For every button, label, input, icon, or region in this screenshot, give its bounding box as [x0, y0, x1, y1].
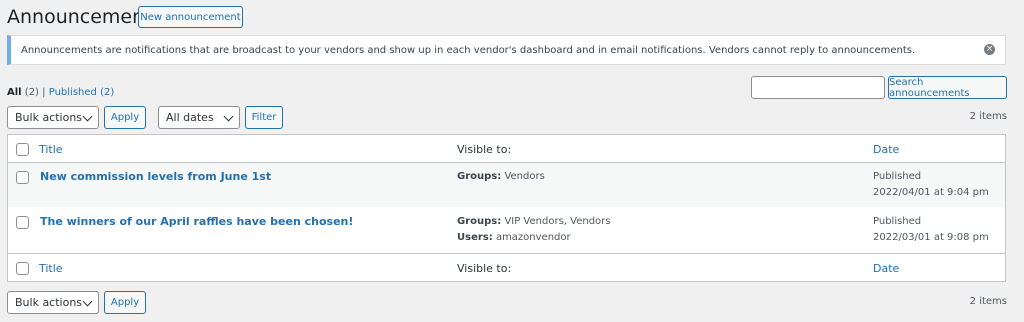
filter-button[interactable]: Filter: [245, 106, 283, 129]
status-views: All (2) | Published (2): [7, 87, 114, 98]
view-separator: |: [42, 87, 46, 98]
apply-button-bottom[interactable]: Apply: [104, 291, 146, 314]
table-row: The winners of our April raffles have be…: [8, 207, 1005, 253]
search-announcements-button[interactable]: Search announcements: [888, 76, 1007, 99]
visible-groups: Groups: Vendors: [457, 171, 545, 182]
column-visible-footer: Visible to:: [457, 262, 512, 275]
dates-value: All dates: [166, 111, 214, 124]
row-date: 2022/04/01 at 9:04 pm: [873, 187, 989, 198]
new-announcement-button[interactable]: New announcement: [138, 6, 243, 28]
row-date: 2022/03/01 at 9:08 pm: [873, 232, 989, 243]
dismiss-icon[interactable]: ×: [984, 44, 995, 55]
view-all-count: (2): [24, 87, 39, 98]
announcements-table: Title Visible to: Date New commission le…: [7, 134, 1006, 282]
info-notice: Announcements are notifications that are…: [7, 35, 1006, 65]
chevron-down-icon: [82, 111, 93, 122]
announcement-title-link[interactable]: New commission levels from June 1st: [40, 170, 271, 183]
items-count-bottom: 2 items: [969, 296, 1007, 307]
row-checkbox[interactable]: [16, 171, 29, 184]
view-all[interactable]: All: [7, 87, 22, 98]
bulk-actions-value: Bulk actions: [15, 111, 83, 124]
row-checkbox[interactable]: [16, 216, 29, 229]
items-count: 2 items: [969, 111, 1007, 122]
bulk-actions-select-bottom[interactable]: Bulk actions: [7, 291, 99, 314]
bulk-actions-value: Bulk actions: [15, 296, 83, 309]
notice-text: Announcements are notifications that are…: [21, 44, 916, 56]
row-status: Published: [873, 216, 922, 227]
view-published[interactable]: Published (2): [49, 87, 115, 98]
column-date-footer[interactable]: Date: [873, 262, 899, 275]
table-row: New commission levels from June 1st Grou…: [8, 163, 1005, 207]
column-visible-header: Visible to:: [457, 143, 512, 156]
column-title-header[interactable]: Title: [39, 143, 63, 156]
visible-groups: Groups: VIP Vendors, Vendors: [457, 216, 611, 227]
visible-users: Users: amazonvendor: [457, 232, 571, 243]
chevron-down-icon: [223, 111, 234, 122]
dates-select[interactable]: All dates: [158, 106, 240, 129]
table-footer-row: Title Visible to: Date: [8, 253, 1005, 281]
column-date-header[interactable]: Date: [873, 143, 899, 156]
search-input[interactable]: [751, 76, 885, 99]
table-header-row: Title Visible to: Date: [8, 135, 1005, 163]
bulk-actions-select[interactable]: Bulk actions: [7, 106, 99, 129]
select-all-checkbox-footer[interactable]: [16, 262, 29, 275]
apply-button[interactable]: Apply: [104, 106, 146, 129]
select-all-checkbox[interactable]: [16, 143, 29, 156]
row-status: Published: [873, 171, 922, 182]
column-title-footer[interactable]: Title: [39, 262, 63, 275]
chevron-down-icon: [82, 296, 93, 307]
announcement-title-link[interactable]: The winners of our April raffles have be…: [40, 215, 353, 228]
